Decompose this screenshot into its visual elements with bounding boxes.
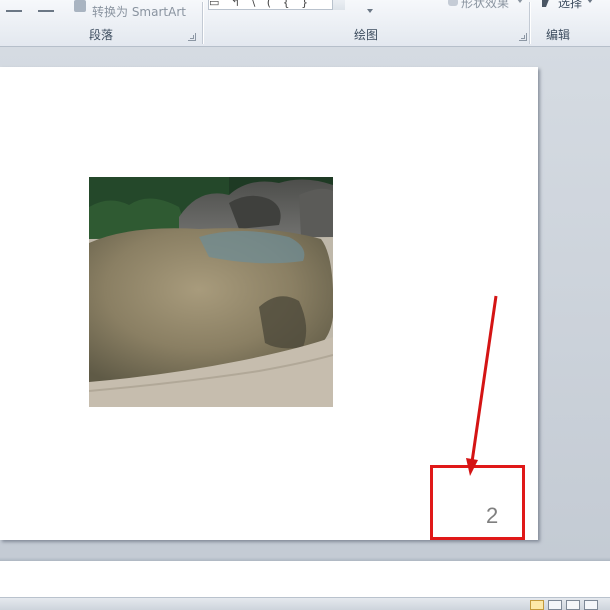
notes-pane[interactable] bbox=[0, 561, 610, 598]
normal-view-button[interactable] bbox=[530, 600, 544, 610]
annotation-arrow-icon bbox=[466, 295, 498, 476]
reading-view-button[interactable] bbox=[566, 600, 580, 610]
slideshow-view-button[interactable] bbox=[584, 600, 598, 610]
status-bar bbox=[0, 598, 610, 610]
slide-sorter-view-button[interactable] bbox=[548, 600, 562, 610]
